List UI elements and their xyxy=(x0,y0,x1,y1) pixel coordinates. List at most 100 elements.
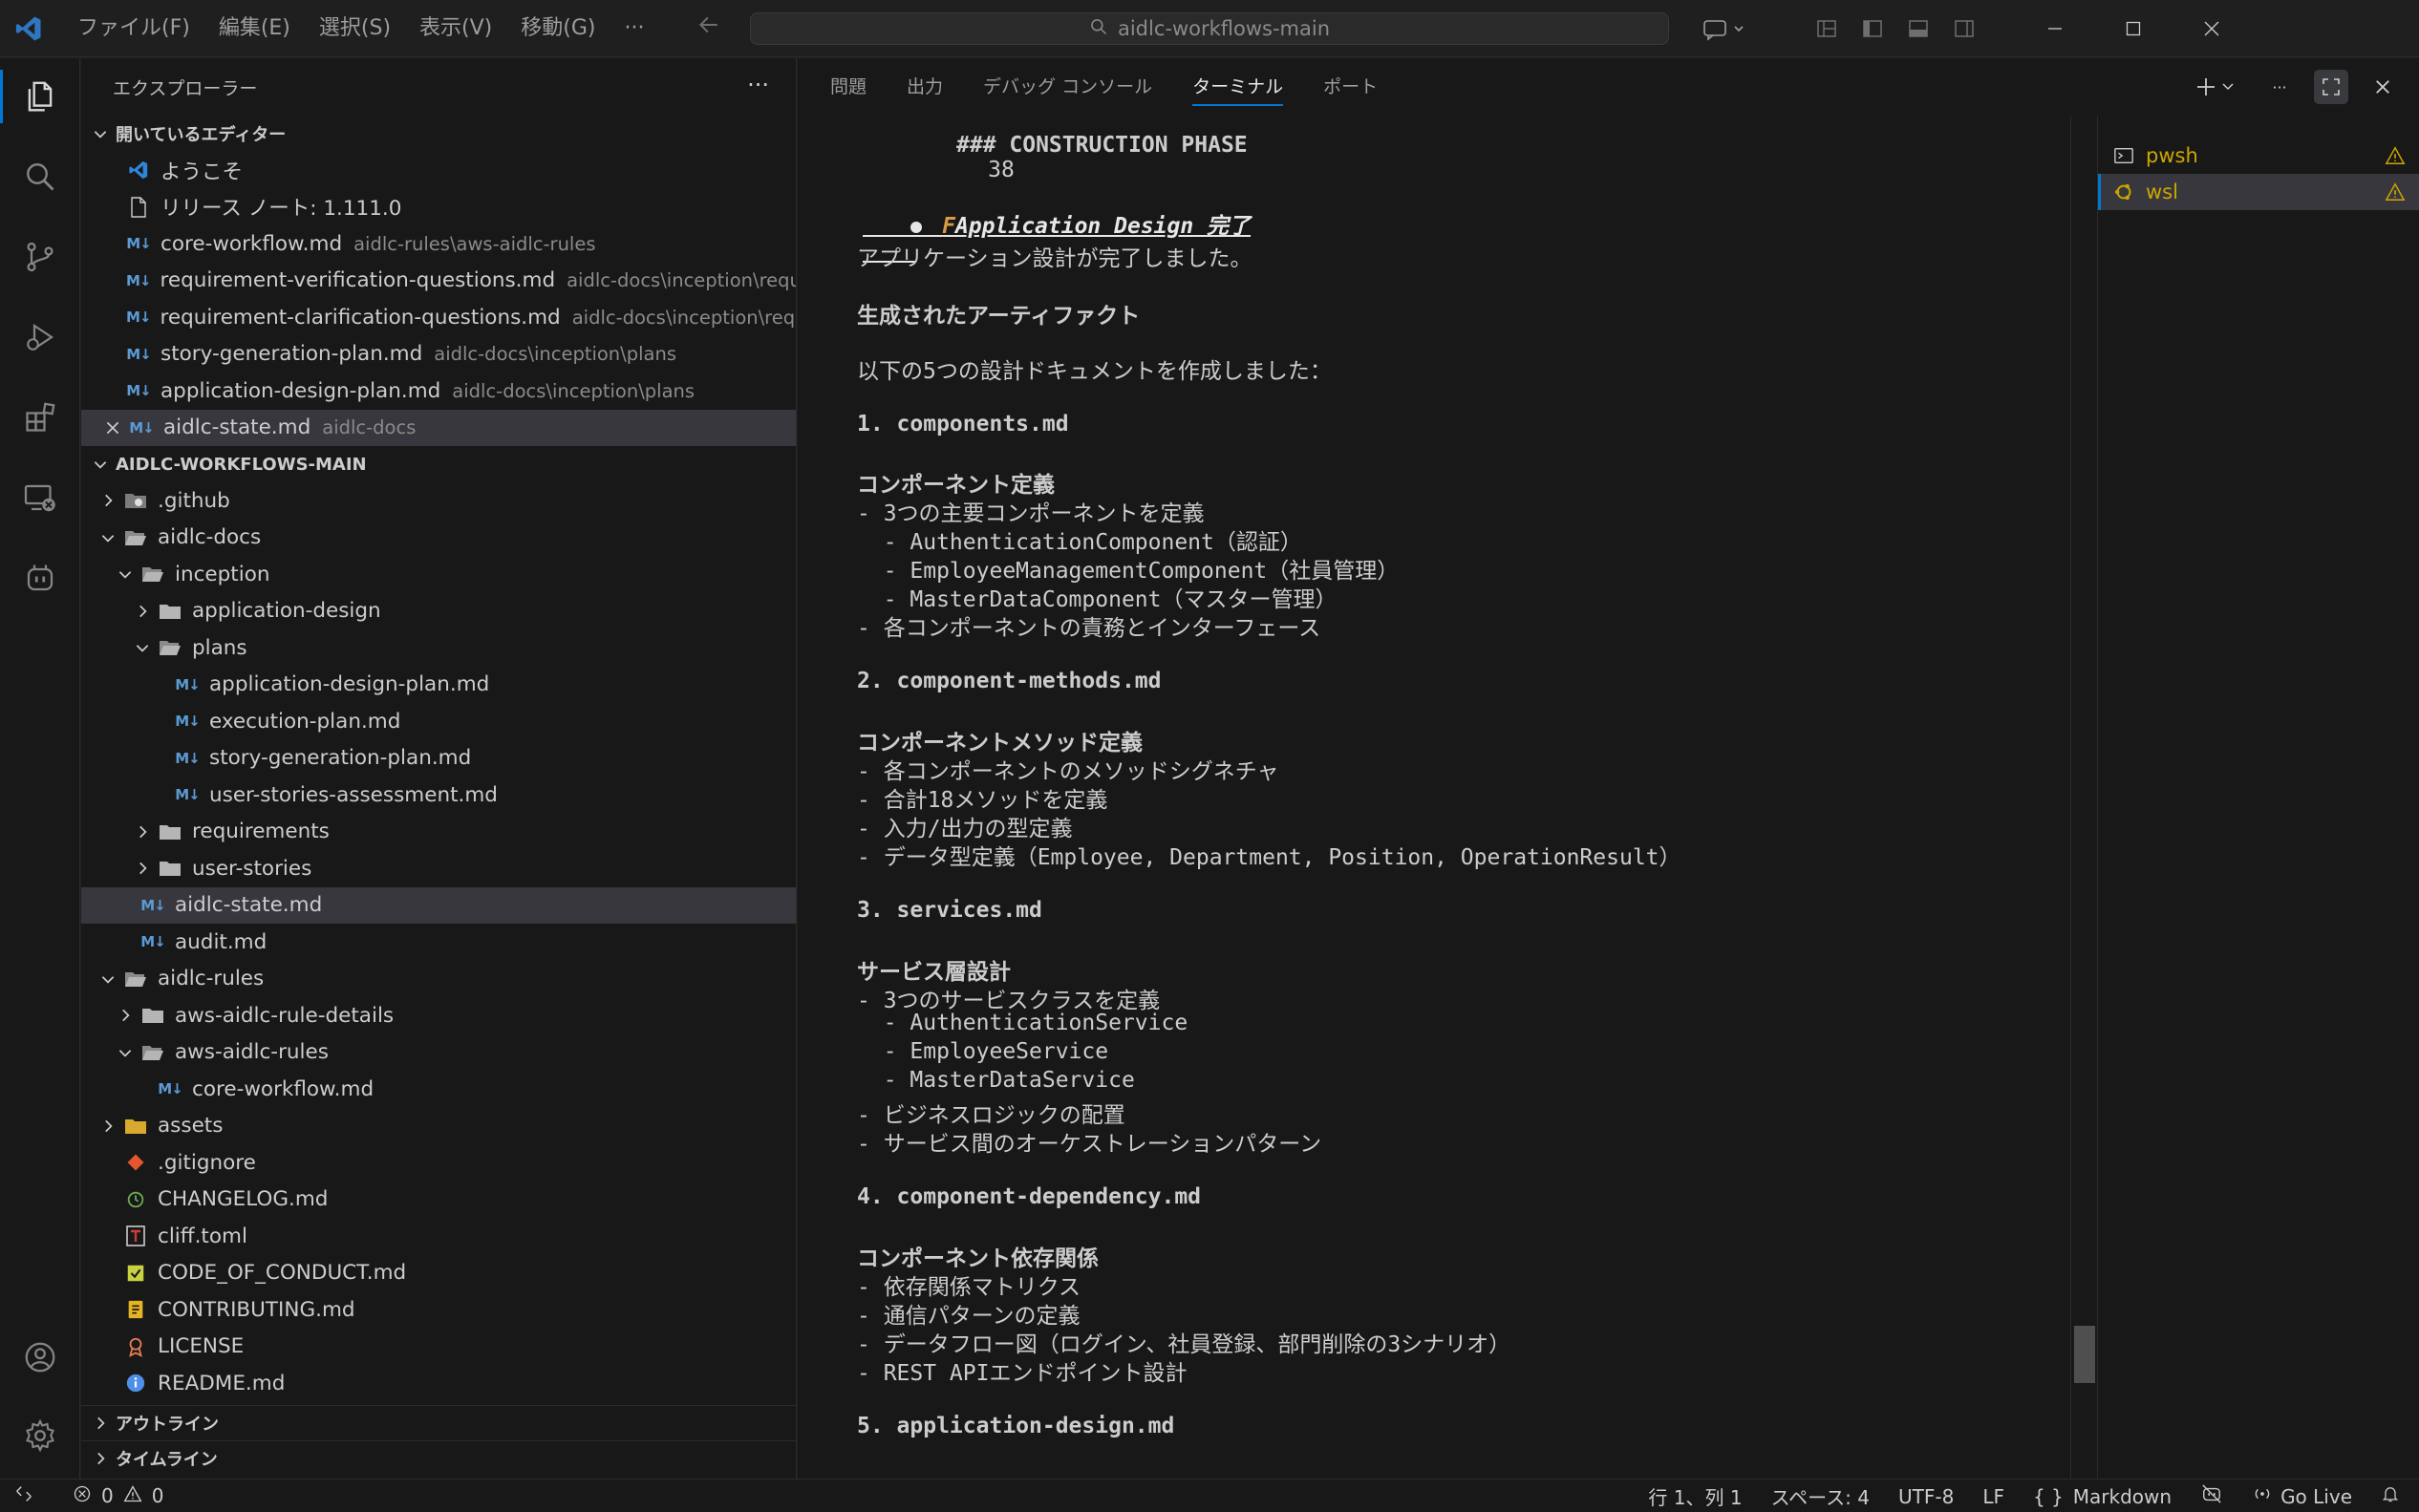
tree-file[interactable]: cliff.toml xyxy=(81,1218,796,1255)
open-editor-item[interactable]: M↓ requirement-clarification-questions.m… xyxy=(81,299,796,336)
encoding[interactable]: UTF-8 xyxy=(1898,1485,1954,1508)
indentation[interactable]: スペース: 4 xyxy=(1771,1482,1870,1510)
tree-file[interactable]: M↓ application-design-plan.md xyxy=(81,667,796,704)
open-editor-item[interactable]: M↓ requirement-verification-questions.md… xyxy=(81,263,796,300)
close-panel-icon[interactable] xyxy=(2365,70,2400,104)
remote-indicator-icon[interactable] xyxy=(13,1483,34,1509)
tree-folder[interactable]: aidlc-docs xyxy=(81,520,796,557)
maximize-icon[interactable] xyxy=(2094,0,2173,57)
remote-explorer-icon[interactable] xyxy=(0,459,80,536)
toggle-panel-icon[interactable] xyxy=(1895,0,1941,57)
tree-folder[interactable]: requirements xyxy=(81,814,796,851)
tree-item-label: requirements xyxy=(192,820,330,844)
copilot-icon[interactable] xyxy=(0,540,80,616)
menu-more[interactable]: ··· xyxy=(610,0,658,57)
open-editor-item[interactable]: M↓ application-design-plan.md aidlc-docs… xyxy=(81,373,796,410)
chevron-down-icon xyxy=(116,1044,135,1061)
menu-go[interactable]: 移動(G) xyxy=(506,0,610,57)
command-center-search[interactable]: aidlc-workflows-main xyxy=(750,12,1669,45)
more-actions-icon[interactable]: ··· xyxy=(747,72,769,98)
tab-debug-console[interactable]: デバッグ コンソール xyxy=(983,58,1152,116)
tree-item-label: story-generation-plan.md xyxy=(209,746,472,771)
tab-terminal[interactable]: ターミナル xyxy=(1192,58,1284,116)
workspace-section[interactable]: AIDLC-WORKFLOWS-MAIN xyxy=(81,446,796,482)
settings-gear-icon[interactable] xyxy=(0,1397,80,1474)
search-view-icon[interactable] xyxy=(0,138,80,215)
tab-problems[interactable]: 問題 xyxy=(830,58,867,116)
tree-folder[interactable]: inception xyxy=(81,556,796,593)
tree-file[interactable]: M↓ core-workflow.md xyxy=(81,1071,796,1108)
notifications-bell-icon[interactable] xyxy=(2381,1483,2400,1509)
tree-file[interactable]: M↓ aidlc-state.md xyxy=(81,886,796,924)
source-control-icon[interactable] xyxy=(0,219,80,295)
extensions-icon[interactable] xyxy=(0,379,80,456)
tree-folder[interactable]: assets xyxy=(81,1108,796,1145)
vscode-logo-icon xyxy=(0,0,57,57)
tree-file[interactable]: LICENSE xyxy=(81,1329,796,1366)
tree-item-label: CODE_OF_CONDUCT.md xyxy=(158,1261,407,1286)
error-icon[interactable] xyxy=(73,1484,92,1508)
tree-folder[interactable]: .github xyxy=(81,482,796,520)
go-live-button[interactable]: Go Live xyxy=(2252,1483,2352,1509)
new-terminal-icon[interactable] xyxy=(2192,70,2245,104)
open-editor-item-active[interactable]: M↓ aidlc-state.md aidlc-docs xyxy=(81,409,796,446)
tree-file[interactable]: CODE_OF_CONDUCT.md xyxy=(81,1255,796,1292)
maximize-panel-icon[interactable] xyxy=(2314,70,2348,104)
back-arrow-icon[interactable] xyxy=(696,12,721,44)
accounts-icon[interactable] xyxy=(0,1319,80,1395)
open-editor-item[interactable]: ようこそ xyxy=(81,152,796,189)
more-actions-icon[interactable]: ··· xyxy=(2262,70,2297,104)
open-editor-item[interactable]: M↓ story-generation-plan.md aidlc-docs\i… xyxy=(81,336,796,373)
warning-icon[interactable] xyxy=(123,1484,142,1508)
menu-selection[interactable]: 選択(S) xyxy=(305,0,405,57)
tree-file[interactable]: CHANGELOG.md xyxy=(81,1182,796,1219)
terminal-line: - 合計18メソッドを定義 xyxy=(857,788,1108,813)
tree-folder[interactable]: application-design xyxy=(81,593,796,630)
open-editor-item[interactable]: M↓ core-workflow.md aidlc-rules\aws-aidl… xyxy=(81,225,796,263)
terminal-line: - 3つの主要コンポーネントを定義 xyxy=(857,501,1205,526)
language-mode[interactable]: { } Markdown xyxy=(2033,1485,2172,1508)
toggle-primary-sidebar-icon[interactable] xyxy=(1850,0,1895,57)
tree-file[interactable]: .gitignore xyxy=(81,1144,796,1182)
menu-view[interactable]: 表示(V) xyxy=(405,0,506,57)
timeline-section[interactable]: タイムライン xyxy=(81,1440,796,1475)
open-editor-item[interactable]: リリース ノート: 1.111.0 xyxy=(81,189,796,226)
terminal-output[interactable]: 38 ### CONSTRUCTION PHASE FApplication D… xyxy=(798,116,2070,1479)
menu-edit[interactable]: 編集(E) xyxy=(204,0,305,57)
end-of-line[interactable]: LF xyxy=(1982,1485,2004,1508)
tree-file[interactable]: CONTRIBUTING.md xyxy=(81,1291,796,1329)
menu-file[interactable]: ファイル(F) xyxy=(63,0,204,57)
tab-ports[interactable]: ポート xyxy=(1323,58,1378,116)
terminal-item-wsl[interactable]: wsl xyxy=(2098,174,2419,210)
markdown-icon: M↓ xyxy=(126,382,152,400)
copilot-status-icon[interactable] xyxy=(2200,1483,2223,1509)
open-editors-section[interactable]: 開いているエディター xyxy=(81,116,796,152)
tree-file[interactable]: M↓ story-generation-plan.md xyxy=(81,740,796,777)
run-debug-icon[interactable] xyxy=(0,299,80,375)
tab-output[interactable]: 出力 xyxy=(907,58,943,116)
close-window-icon[interactable] xyxy=(2173,0,2251,57)
tree-folder[interactable]: aidlc-rules xyxy=(81,961,796,998)
folder-icon xyxy=(158,820,182,843)
customize-layout-icon[interactable] xyxy=(1804,0,1850,57)
minimize-icon[interactable] xyxy=(2016,0,2094,57)
tree-folder[interactable]: aws-aidlc-rule-details xyxy=(81,997,796,1034)
terminal-scrollbar[interactable] xyxy=(2070,116,2097,1479)
terminal-item-pwsh[interactable]: pwsh xyxy=(2098,138,2419,174)
tree-file[interactable]: README.md xyxy=(81,1365,796,1402)
tree-file[interactable]: M↓ audit.md xyxy=(81,924,796,961)
tree-folder[interactable]: user-stories xyxy=(81,850,796,887)
outline-section[interactable]: アウトライン xyxy=(81,1405,796,1439)
explorer-icon[interactable] xyxy=(0,58,80,135)
cursor-position[interactable]: 行 1、列 1 xyxy=(1648,1482,1742,1510)
tree-folder[interactable]: aws-aidlc-rules xyxy=(81,1034,796,1072)
pointer-glyph: F xyxy=(942,214,955,239)
tree-file[interactable]: M↓ execution-plan.md xyxy=(81,703,796,740)
tree-folder[interactable]: plans xyxy=(81,629,796,667)
terminal-scroll-thumb[interactable] xyxy=(2074,1326,2095,1383)
terminal-line: - 各コンポーネントのメソッドシグネチャ xyxy=(857,759,1279,784)
close-icon[interactable] xyxy=(100,416,125,439)
chat-icon[interactable] xyxy=(1691,0,1758,57)
toggle-secondary-sidebar-icon[interactable] xyxy=(1941,0,1987,57)
tree-file[interactable]: M↓ user-stories-assessment.md xyxy=(81,777,796,814)
